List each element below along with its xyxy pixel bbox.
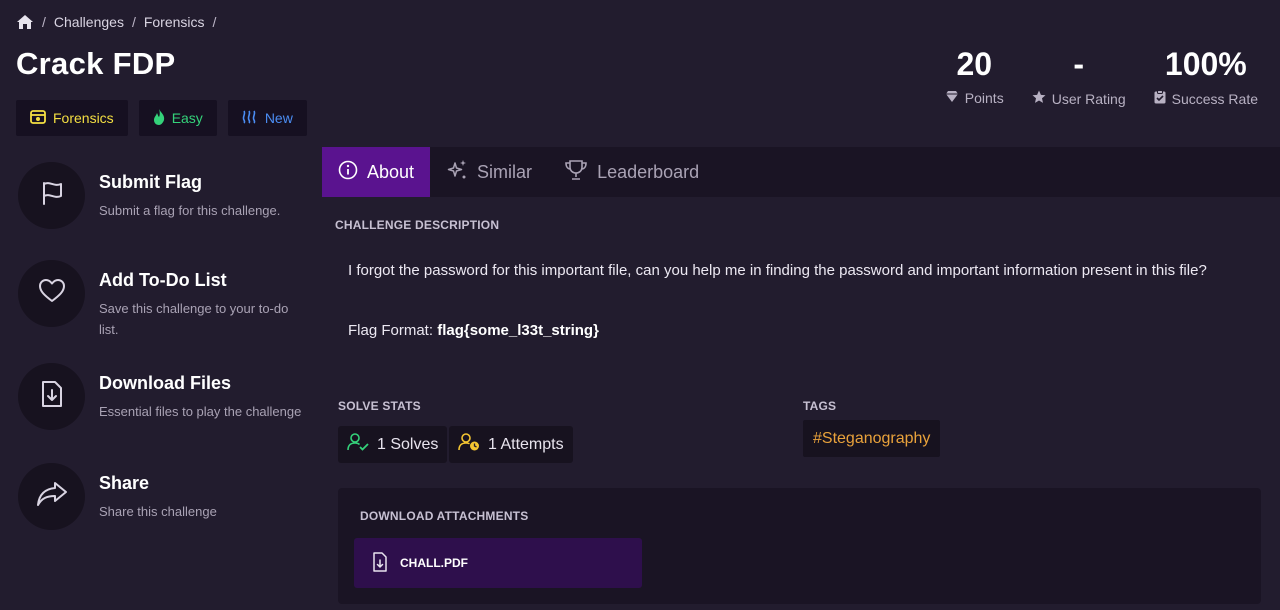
breadcrumb-challenges[interactable]: Challenges [54, 14, 124, 30]
flame-icon [153, 108, 165, 128]
tags-label: TAGS [803, 399, 837, 413]
breadcrumb-separator: / [131, 14, 136, 30]
share-desc: Share this challenge [99, 504, 217, 519]
diamond-icon [945, 90, 959, 106]
download-attachment-button[interactable]: CHALL.PDF [354, 538, 642, 588]
user-check-icon [347, 433, 369, 456]
home-icon[interactable] [16, 14, 34, 30]
share-title: Share [99, 473, 150, 493]
solve-stats-label: SOLVE STATS [338, 399, 421, 413]
info-icon [338, 160, 358, 185]
download-files-action[interactable]: Download Files Essential files to play t… [18, 363, 308, 430]
success-label: Success Rate [1171, 90, 1258, 107]
download-attachments-label: DOWNLOAD ATTACHMENTS [360, 509, 529, 523]
attachments-panel: DOWNLOAD ATTACHMENTS CHALL.PDF [338, 488, 1261, 604]
trophy-icon [564, 159, 588, 186]
status-label: New [264, 110, 293, 126]
breadcrumb-forensics[interactable]: Forensics [144, 14, 205, 30]
submit-flag-button[interactable] [18, 162, 85, 229]
challenge-stats: 20 Points - User Rating 100% Success Rat… [945, 44, 1258, 107]
add-todo-desc: Save this challenge to your to-do list. [99, 301, 289, 337]
page-title: Crack FDP [16, 46, 176, 81]
add-todo-title: Add To-Do List [99, 270, 227, 290]
attempts-count: 1 Attempts [488, 435, 564, 453]
submit-flag-title: Submit Flag [99, 172, 202, 192]
status-badge: New [227, 100, 307, 136]
flag-format: Flag Format: flag{some_l33t_string} [348, 322, 599, 339]
flag-icon [38, 179, 66, 212]
download-files-title: Download Files [99, 373, 232, 393]
add-todo-action[interactable]: Add To-Do List Save this challenge to yo… [18, 260, 308, 340]
solves-count: 1 Solves [377, 435, 439, 453]
tab-leaderboard-label: Leaderboard [597, 161, 700, 182]
breadcrumb-separator: / [212, 14, 217, 30]
download-files-desc: Essential files to play the challenge [99, 404, 302, 419]
heart-icon [38, 278, 66, 309]
challenge-description-label: CHALLENGE DESCRIPTION [335, 218, 500, 232]
category-badge: Forensics [16, 100, 128, 136]
challenge-badges: Forensics Easy New [16, 100, 307, 136]
file-download-icon [372, 551, 388, 575]
rating-label: User Rating [1051, 90, 1126, 107]
success-value: 100% [1164, 46, 1247, 82]
star-icon [1032, 90, 1046, 107]
attempts-chip: 1 Attempts [449, 426, 573, 463]
category-label: Forensics [53, 110, 114, 126]
tab-similar-label: Similar [477, 161, 533, 182]
tab-similar[interactable]: Similar [430, 147, 548, 197]
rating-value: - [1073, 46, 1084, 82]
challenge-tabs: About Similar Leaderboard [322, 147, 1280, 197]
waves-icon [242, 110, 258, 127]
download-files-button[interactable] [18, 363, 85, 430]
challenge-description: I forgot the password for this important… [348, 262, 1207, 279]
add-todo-button[interactable] [18, 260, 85, 327]
difficulty-badge: Easy [138, 100, 217, 136]
share-action[interactable]: Share Share this challenge [18, 463, 308, 530]
submit-flag-desc: Submit a flag for this challenge. [99, 203, 281, 218]
points-label-row: Points [945, 90, 1004, 106]
tab-about-label: About [367, 161, 415, 182]
submit-flag-action[interactable]: Submit Flag Submit a flag for this chall… [18, 162, 308, 229]
success-label-row: Success Rate [1154, 90, 1258, 107]
solves-chip: 1 Solves [338, 426, 448, 463]
tab-leaderboard[interactable]: Leaderboard [548, 147, 715, 197]
tab-about[interactable]: About [322, 147, 431, 197]
rating-label-row: User Rating [1032, 90, 1126, 107]
breadcrumb-separator: / [42, 14, 46, 30]
share-button[interactable] [18, 463, 85, 530]
tag-steganography[interactable]: #Steganography [803, 420, 941, 457]
breadcrumb: / Challenges / Forensics / [16, 14, 216, 30]
points-value: 20 [956, 46, 993, 82]
rating-stat: - User Rating [1032, 44, 1126, 107]
forensics-icon [30, 109, 46, 127]
clipboard-check-icon [1154, 90, 1166, 107]
flag-format-prefix: Flag Format: [348, 322, 434, 339]
download-file-icon [40, 380, 64, 413]
points-label: Points [964, 90, 1004, 106]
flag-format-value: flag{some_l33t_string} [437, 322, 599, 339]
difficulty-label: Easy [171, 110, 203, 126]
share-icon [36, 481, 68, 512]
success-stat: 100% Success Rate [1154, 44, 1258, 107]
user-clock-icon [458, 433, 480, 456]
points-stat: 20 Points [945, 44, 1004, 107]
attachment-filename: CHALL.PDF [400, 556, 468, 570]
sparkles-icon [446, 159, 468, 186]
